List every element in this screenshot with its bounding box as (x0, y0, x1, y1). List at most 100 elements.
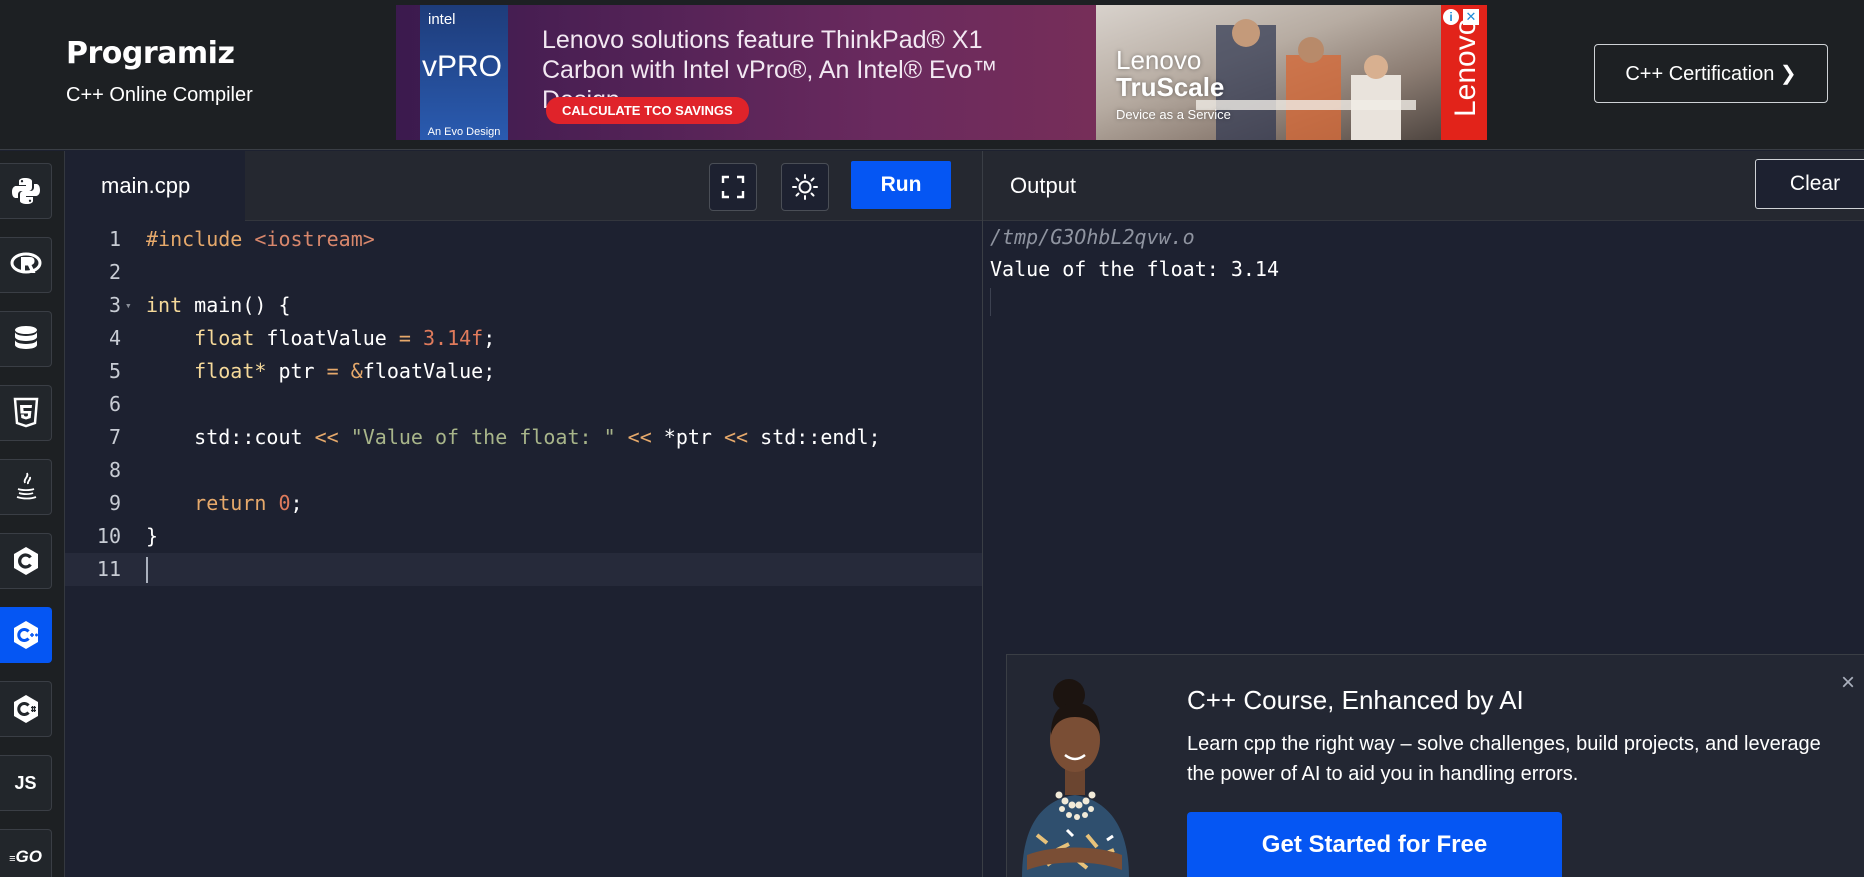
compiler-app: Programiz C++ Online Compiler intel vPRO… (0, 0, 1864, 877)
type-token: float* (194, 359, 267, 383)
code-line: 1 #include <iostream> (65, 223, 982, 256)
fullscreen-button[interactable] (709, 163, 757, 211)
code-token: floatValue; (362, 359, 496, 383)
ad-photo: Lenovo TruScale Device as a Service (1096, 5, 1441, 140)
output-toolbar: Output Clear (983, 151, 1864, 221)
code-token: std::cout (194, 425, 315, 449)
keyword-token: return (194, 491, 267, 515)
fullscreen-icon (721, 175, 745, 199)
sun-icon (792, 174, 818, 200)
sidebar-item-r[interactable] (0, 237, 52, 293)
line-source: std::cout << "Value of the float: " << *… (146, 421, 881, 454)
code-line: 5 float* ptr = &floatValue; (65, 355, 982, 388)
ad-chip-brand: intel (428, 11, 456, 28)
ad-photo-brand-line1: Lenovo (1116, 45, 1202, 75)
r-icon (10, 252, 41, 274)
code-line: 8 (65, 454, 982, 487)
ad-side-text: Lenovo (1449, 18, 1482, 117)
go-label: GO (15, 847, 42, 866)
output-title: Output (1010, 173, 1077, 198)
line-source: int main() { (146, 289, 291, 322)
code-token: std::endl; (748, 425, 881, 449)
line-source: #include <iostream> (146, 223, 375, 256)
output-cursor (990, 288, 991, 316)
clear-button[interactable]: Clear (1755, 159, 1864, 209)
fold-arrow-icon[interactable]: ▾ (125, 289, 132, 322)
code-line: 7 std::cout << "Value of the float: " <<… (65, 421, 982, 454)
ad-chip-name: vPRO (422, 50, 503, 83)
tab-main-cpp[interactable]: main.cpp (65, 151, 245, 221)
course-promo: C++ Course, Enhanced by AI Learn cpp the… (1006, 654, 1864, 877)
ad-cta-button[interactable]: CALCULATE TCO SAVINGS (546, 97, 749, 124)
preprocessor-token: #include (146, 227, 243, 251)
operator-token: << (314, 425, 339, 449)
ad-intel-chip: intel vPRO An Evo Design (420, 5, 508, 140)
ad-photo-brand-line2: TruScale (1116, 72, 1225, 102)
go-icon: ≡GO (9, 847, 42, 867)
code-token: ptr (266, 359, 327, 383)
line-source: } (146, 524, 159, 548)
editor-toolbar: main.cpp Run (65, 151, 982, 221)
theme-toggle-button[interactable] (781, 163, 829, 211)
operator-token: << (627, 425, 652, 449)
c-icon (13, 547, 38, 575)
sidebar-item-csharp[interactable] (0, 681, 52, 737)
promo-illustration (1022, 679, 1129, 877)
code-line-current: 11 (65, 553, 982, 586)
number-token: 0 (266, 491, 291, 515)
sidebar-item-c[interactable] (0, 533, 52, 589)
html-icon (13, 397, 38, 428)
sql-icon (14, 326, 37, 349)
number-token: 3.14f (422, 326, 484, 350)
sidebar-item-python[interactable] (0, 163, 52, 219)
code-line: 3 ▾ int main() { (65, 289, 982, 322)
output-result: Value of the float: 3.14 (990, 257, 1279, 281)
sidebar-item-html[interactable] (0, 385, 52, 441)
header: Programiz C++ Online Compiler intel vPRO… (0, 0, 1864, 150)
code-token: *ptr (651, 425, 725, 449)
line-number: 11 (96, 557, 121, 581)
operator-token: & (338, 359, 363, 383)
ad-info-icon[interactable]: i (1443, 9, 1459, 25)
ad-side-brand: Lenovo (1441, 5, 1487, 140)
line-number: 4 (108, 326, 121, 350)
code-line: 6 (65, 388, 982, 421)
code-line: 4 float floatValue = 3.14f; (65, 322, 982, 355)
js-icon: JS (14, 772, 37, 793)
ad-banner[interactable]: intel vPRO An Evo Design Lenovo solution… (396, 5, 1487, 140)
ad-photo-foot: Device as a Service (1116, 107, 1231, 122)
promo-person-image (1007, 655, 1142, 877)
programiz-logo[interactable]: Programiz (66, 36, 235, 71)
sidebar-item-cpp[interactable] (0, 607, 52, 663)
get-started-button[interactable]: Get Started for Free (1187, 812, 1562, 877)
line-source: float* ptr = &floatValue; (146, 355, 495, 388)
sidebar-item-js[interactable]: JS (0, 755, 52, 811)
code-line: 9 return 0; (65, 487, 982, 520)
line-number: 10 (96, 524, 121, 548)
python-icon (11, 178, 40, 204)
sidebar-item-go[interactable]: ≡GO (0, 829, 52, 877)
string-token: "Value of the float: " (338, 425, 628, 449)
operator-token: = (398, 326, 411, 350)
line-number: 2 (108, 260, 121, 284)
code-line: 10 } (65, 520, 982, 553)
page-subtitle: C++ Online Compiler (66, 84, 253, 106)
type-token: int (146, 293, 183, 317)
sidebar-item-java[interactable] (0, 459, 52, 515)
promo-close-icon[interactable]: × (1841, 671, 1855, 695)
run-button[interactable]: Run (851, 161, 951, 209)
output-path: /tmp/G3OhbL2qvw.o (990, 225, 1195, 249)
language-sidebar: JS ≡GO (0, 151, 65, 877)
code-line: 2 (65, 256, 982, 289)
sidebar-item-sql[interactable] (0, 311, 52, 367)
line-number: 9 (108, 491, 121, 515)
ad-chip-foot: An Evo Design (427, 126, 501, 138)
cpp-certification-button[interactable]: C++ Certification ❯ (1594, 44, 1828, 103)
operator-token: = (326, 359, 339, 383)
line-number: 5 (108, 359, 121, 383)
line-number: 3 (108, 293, 121, 317)
line-source: return 0; (146, 487, 302, 520)
type-token: float (194, 326, 255, 350)
code-area[interactable]: 1 #include <iostream> 2 3 ▾ int main() {… (65, 221, 982, 877)
ad-close-icon[interactable]: ✕ (1463, 9, 1479, 25)
